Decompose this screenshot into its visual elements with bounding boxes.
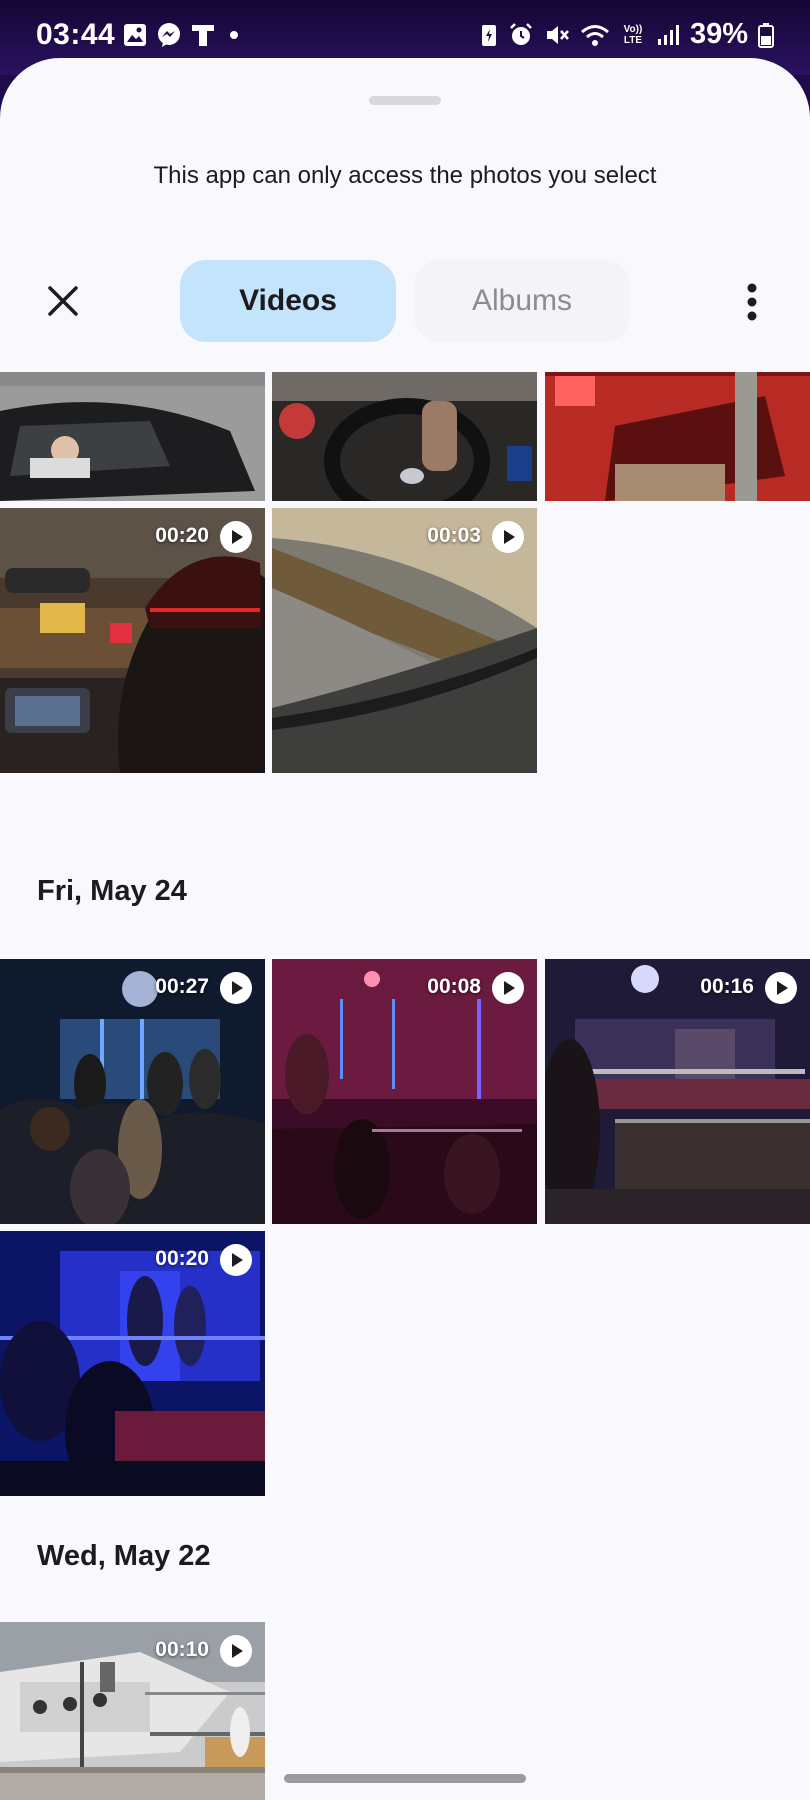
video-thumbnail[interactable]: 00:03 xyxy=(272,508,537,773)
more-options-button[interactable] xyxy=(730,276,774,328)
system-icons: Vo)) LTE 39% xyxy=(480,18,774,51)
sheet-title: This app can only access the photos you … xyxy=(153,162,657,189)
tab-albums[interactable]: Albums xyxy=(414,260,630,342)
play-icon xyxy=(765,972,797,1004)
play-icon xyxy=(492,972,524,1004)
video-thumbnail[interactable] xyxy=(272,372,537,501)
date-header: Fri, May 24 xyxy=(37,875,187,907)
dot-icon xyxy=(224,22,244,48)
photo-picker-sheet: This app can only access the photos you … xyxy=(0,58,810,1800)
video-thumbnail[interactable]: 00:08 xyxy=(272,959,537,1224)
video-thumbnail[interactable]: 00:10 xyxy=(0,1622,265,1800)
play-icon xyxy=(220,521,252,553)
mute-icon xyxy=(544,22,570,48)
wifi-icon xyxy=(580,22,610,48)
close-icon xyxy=(48,286,78,316)
play-icon xyxy=(220,1635,252,1667)
play-icon xyxy=(220,1244,252,1276)
thumbnail-image xyxy=(0,372,265,501)
alarm-icon xyxy=(508,22,534,48)
signal-icon xyxy=(656,22,680,48)
video-thumbnail[interactable]: 00:20 xyxy=(0,1231,265,1496)
date-header: Wed, May 22 xyxy=(37,1540,211,1572)
video-thumbnail[interactable] xyxy=(545,372,810,501)
t-app-icon xyxy=(190,22,216,48)
tab-albums-label: Albums xyxy=(471,284,573,317)
battery-saver-icon xyxy=(480,22,498,48)
media-grid[interactable]: 00:20 00:03 Fri, May 24 00:27 00:08 00:1… xyxy=(0,372,810,1800)
volte-label: Vo)) LTE xyxy=(623,23,643,46)
tab-videos-label: Videos xyxy=(239,284,337,317)
play-icon xyxy=(492,521,524,553)
messenger-icon xyxy=(156,22,182,48)
video-duration: 00:16 xyxy=(700,975,754,998)
notification-icons xyxy=(122,22,244,48)
tab-videos[interactable]: Videos xyxy=(180,260,396,342)
video-duration: 00:03 xyxy=(427,524,481,547)
thumbnail-image xyxy=(545,372,810,501)
video-duration: 00:20 xyxy=(155,1247,209,1270)
video-thumbnail[interactable]: 00:27 xyxy=(0,959,265,1224)
gesture-nav-handle[interactable] xyxy=(284,1774,526,1783)
video-duration: 00:08 xyxy=(427,975,481,998)
thumbnail-image xyxy=(272,372,537,501)
video-thumbnail[interactable]: 00:20 xyxy=(0,508,265,773)
volte-icon: Vo)) LTE xyxy=(620,24,646,46)
video-duration: 00:10 xyxy=(155,1638,209,1661)
status-time: 03:44 xyxy=(36,18,116,51)
play-icon xyxy=(220,972,252,1004)
more-vertical-icon xyxy=(747,283,757,321)
close-button[interactable] xyxy=(38,276,88,326)
drag-handle[interactable] xyxy=(369,96,441,105)
video-thumbnail[interactable]: 00:16 xyxy=(545,959,810,1224)
gallery-icon xyxy=(122,22,148,48)
video-thumbnail[interactable] xyxy=(0,372,265,501)
video-duration: 00:20 xyxy=(155,524,209,547)
battery-icon xyxy=(758,22,774,48)
video-duration: 00:27 xyxy=(155,975,209,998)
battery-percent: 39% xyxy=(689,18,748,50)
